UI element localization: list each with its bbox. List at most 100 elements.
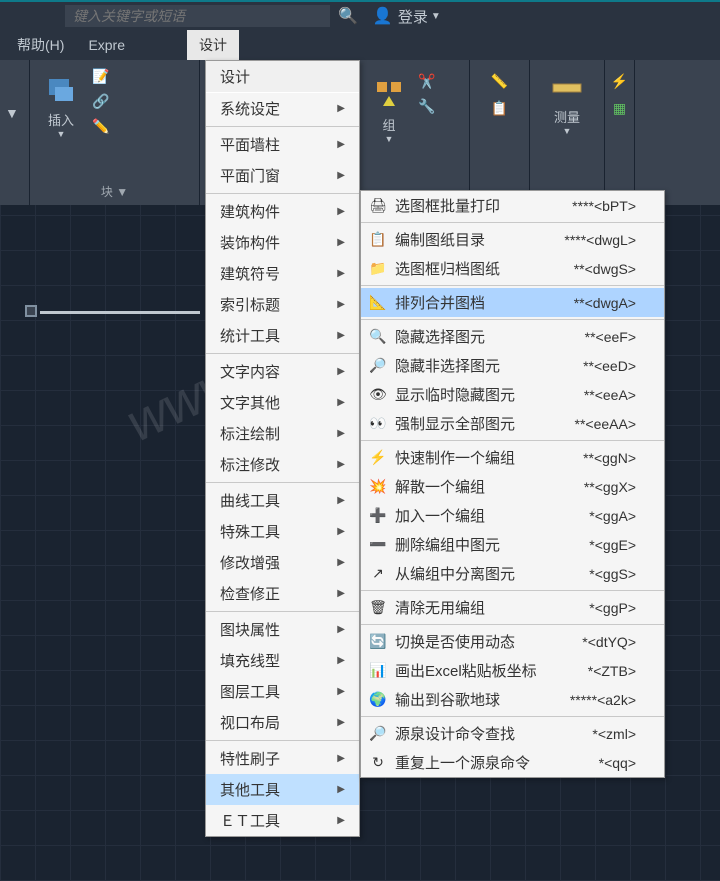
top-bar: 🔍 👤 登录 ▼ — [0, 0, 720, 30]
submenu-item-label: 选图框归档图纸 — [395, 258, 500, 279]
submenu-separator — [361, 590, 664, 591]
menu-item-19[interactable]: 视口布局▶ — [206, 707, 359, 738]
submenu-item-18[interactable]: ↻ 重复上一个源泉命令 *<qq> — [361, 748, 664, 777]
submenu-arrow-icon: ▶ — [337, 557, 345, 568]
submenu-arrow-icon: ▶ — [337, 237, 345, 248]
menu-item-17[interactable]: 填充线型▶ — [206, 645, 359, 676]
submenu-item-6[interactable]: 👁显示临时隐藏图元**<eeA> — [361, 380, 664, 409]
submenu-item-2[interactable]: 📁选图框归档图纸**<dwgS> — [361, 254, 664, 283]
measure-button[interactable]: 测量 ▼ — [535, 65, 599, 141]
menu-item-11[interactable]: 标注修改▶ — [206, 449, 359, 480]
menu-item-label: 文字内容 — [220, 361, 280, 382]
submenu-item-17[interactable]: 🔎源泉设计命令查找*<zml> — [361, 719, 664, 748]
menu-item-7[interactable]: 统计工具▶ — [206, 320, 359, 351]
group-label: 组 — [382, 115, 395, 134]
submenu-item-label: 显示临时隐藏图元 — [395, 384, 515, 405]
menu-item-12[interactable]: 曲线工具▶ — [206, 485, 359, 516]
submenu-item-9[interactable]: 💥解散一个编组**<ggX> — [361, 472, 664, 501]
submenu-arrow-icon: ▶ — [337, 428, 345, 439]
menu-design[interactable]: 设计 — [187, 30, 239, 60]
submenu-item-icon: 📊 — [369, 662, 387, 680]
submenu-item-shortcut: *<qq> — [599, 755, 656, 771]
submenu-arrow-icon: ▶ — [337, 330, 345, 341]
submenu-item-label: 重复上一个源泉命令 — [395, 752, 530, 773]
block-tools-col: 📝 🔗 ✏️ — [92, 68, 109, 135]
paste-icon[interactable]: 📋 — [491, 100, 508, 117]
ungroup-icon[interactable]: ✂️ — [418, 73, 435, 90]
menu-item-4[interactable]: 装饰构件▶ — [206, 227, 359, 258]
menu-item-label: 特殊工具 — [220, 521, 280, 542]
menu-item-1[interactable]: 平面墙柱▶ — [206, 129, 359, 160]
submenu-item-10[interactable]: ➕加入一个编组*<ggA> — [361, 501, 664, 530]
submenu-item-8[interactable]: ⚡快速制作一个编组**<ggN> — [361, 443, 664, 472]
menu-item-15[interactable]: 检查修正▶ — [206, 578, 359, 609]
submenu-separator — [361, 624, 664, 625]
menu-item-3[interactable]: 建筑构件▶ — [206, 196, 359, 227]
submenu-item-16[interactable]: 🌍输出到谷歌地球*****<a2k> — [361, 685, 664, 714]
menu-item-6[interactable]: 索引标题▶ — [206, 289, 359, 320]
insert-button[interactable]: 插入 ▼ — [40, 68, 82, 144]
edit-block-icon[interactable]: 📝 — [92, 68, 109, 85]
submenu-item-13[interactable]: 🗑清除无用编组*<ggP> — [361, 593, 664, 622]
submenu-item-shortcut: **<eeA> — [584, 387, 656, 403]
submenu-item-label: 强制显示全部图元 — [395, 413, 515, 434]
chevron-down-icon[interactable]: ▼ — [5, 105, 24, 121]
submenu-item-shortcut: *<ggP> — [589, 600, 656, 616]
submenu-item-1[interactable]: 📋编制图纸目录****<dwgL> — [361, 225, 664, 254]
menu-item-9[interactable]: 文字其他▶ — [206, 387, 359, 418]
menu-item-21[interactable]: 其他工具▶ — [206, 774, 359, 805]
ribbon-measure-panel: 测量 ▼ — [530, 60, 605, 205]
block-group-label[interactable]: 块 ▼ — [30, 181, 199, 202]
submenu-item-label: 源泉设计命令查找 — [395, 723, 515, 744]
ribbon-group-panel: 组 ▼ ✂️ 🔧 ▼ — [355, 60, 470, 205]
menu-item-label: 检查修正 — [220, 583, 280, 604]
submenu-item-15[interactable]: 📊画出Excel粘贴板坐标*<ZTB> — [361, 656, 664, 685]
submenu-item-7[interactable]: 👀强制显示全部图元**<eeAA> — [361, 409, 664, 438]
menu-item-0[interactable]: 系统设定▶ — [206, 93, 359, 124]
menu-item-8[interactable]: 文字内容▶ — [206, 356, 359, 387]
menu-item-label: 修改增强 — [220, 552, 280, 573]
submenu-item-14[interactable]: 🔄切换是否使用动态*<dtYQ> — [361, 627, 664, 656]
submenu-item-icon: ↗ — [369, 565, 387, 583]
group-edit-icon[interactable]: 🔧 — [418, 98, 435, 115]
menu-express[interactable]: Expre — [76, 30, 137, 60]
block-ref-icon[interactable]: 🔗 — [92, 93, 109, 110]
menu-item-13[interactable]: 特殊工具▶ — [206, 516, 359, 547]
search-icon[interactable]: 🔍 — [338, 6, 358, 26]
block-attr-icon[interactable]: ✏️ — [92, 118, 109, 135]
submenu-item-icon: 💥 — [369, 478, 387, 496]
submenu-item-11[interactable]: ➖删除编组中图元*<ggE> — [361, 530, 664, 559]
group-button[interactable]: 组 ▼ — [368, 73, 410, 149]
more-icon[interactable]: ▦ — [613, 100, 626, 117]
selection-handle[interactable] — [25, 305, 37, 317]
submenu-separator — [361, 319, 664, 320]
select-icon[interactable]: ⚡ — [611, 73, 628, 90]
submenu-item-4[interactable]: 🔍隐藏选择图元**<eeF> — [361, 322, 664, 351]
menu-help[interactable]: 帮助(H) — [5, 30, 76, 60]
submenu-item-icon: ↻ — [369, 754, 387, 772]
submenu-item-shortcut: *<zml> — [592, 726, 656, 742]
search-input[interactable] — [65, 5, 330, 27]
menu-separator — [206, 126, 359, 127]
login-link[interactable]: 登录 — [398, 6, 428, 27]
submenu-arrow-icon: ▶ — [337, 299, 345, 310]
menu-item-18[interactable]: 图层工具▶ — [206, 676, 359, 707]
submenu-item-12[interactable]: ↗从编组中分离图元*<ggS> — [361, 559, 664, 588]
menu-item-14[interactable]: 修改增强 ▶ — [206, 547, 359, 578]
menu-item-2[interactable]: 平面门窗▶ — [206, 160, 359, 191]
user-icon[interactable]: 👤 — [373, 6, 393, 26]
submenu-item-0[interactable]: 🖨选图框批量打印****<bPT> — [361, 191, 664, 220]
ruler-icon[interactable]: 📏 — [491, 73, 508, 90]
drawn-line[interactable] — [40, 311, 200, 314]
submenu-item-5[interactable]: 🔎隐藏非选择图元**<eeD> — [361, 351, 664, 380]
menu-item-10[interactable]: 标注绘制▶ — [206, 418, 359, 449]
menu-item-20[interactable]: 特性刷子▶ — [206, 743, 359, 774]
submenu-item-3[interactable]: 📐排列合并图档**<dwgA> — [361, 288, 664, 317]
menu-item-5[interactable]: 建筑符号▶ — [206, 258, 359, 289]
login-dropdown-arrow[interactable]: ▼ — [431, 11, 441, 22]
menu-item-label: 图块属性 — [220, 619, 280, 640]
menu-item-16[interactable]: 图块属性▶ — [206, 614, 359, 645]
submenu-item-shortcut: *<ggA> — [589, 508, 656, 524]
submenu-item-label: 清除无用编组 — [395, 597, 485, 618]
menu-item-22[interactable]: ＥＴ工具▶ — [206, 805, 359, 836]
